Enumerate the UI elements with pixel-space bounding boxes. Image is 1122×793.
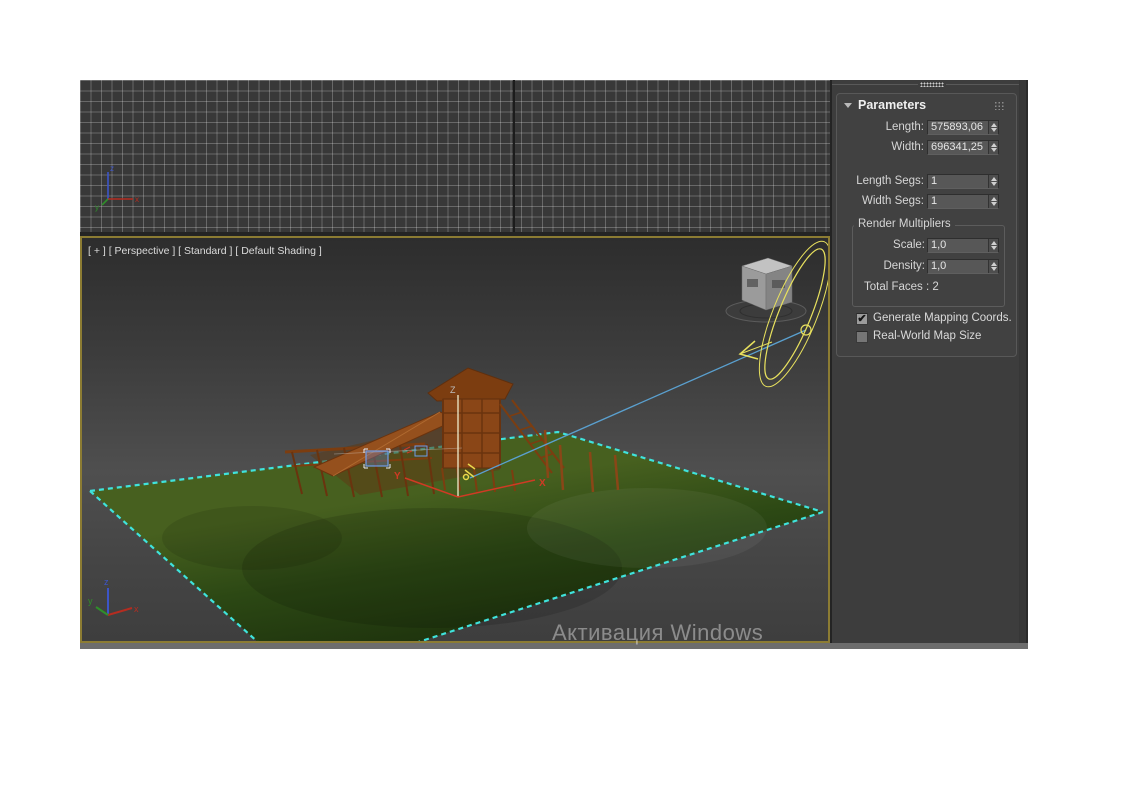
spinner-arrows-icon[interactable] (988, 121, 998, 134)
page: z x y Z Y X [+] [Perspective] [Stan… (0, 0, 1122, 793)
panel-drag-grip[interactable] (918, 81, 946, 88)
density-label: Density: (883, 260, 925, 272)
grip-dots-icon (920, 82, 944, 87)
windows-activation-watermark: Активация Windows (552, 620, 764, 645)
width-segs-label: Width Segs: (862, 195, 924, 207)
axis-x-label: x (135, 195, 139, 204)
perspective-viewport[interactable]: Z Y X [+] [Perspective] [Standard]… (80, 236, 830, 643)
axis-y-label: y (95, 203, 99, 212)
width-spinner[interactable]: 696341,25 (927, 140, 999, 155)
scale-value[interactable]: 1,0 (931, 239, 987, 252)
tripod-z-label: z (104, 577, 109, 587)
top-viewport-axis-tripod: z x y (95, 164, 139, 212)
gizmo-x-label: X (539, 478, 546, 489)
render-multipliers-title: Render Multipliers (854, 218, 955, 230)
width-segs-value[interactable]: 1 (931, 195, 987, 208)
max-app-region: z x y Z Y X [+] [Perspective] [Stan… (80, 80, 1028, 649)
viewport-label[interactable]: [ + ] [ Perspective ] [ Standard ] [ Def… (88, 245, 322, 257)
length-segs-value[interactable]: 1 (931, 175, 987, 188)
scale-label: Scale: (893, 239, 925, 251)
spinner-arrows-icon[interactable] (988, 195, 998, 208)
check-icon: ✔ (857, 313, 867, 325)
generate-mapping-coords-label[interactable]: Generate Mapping Coords. (873, 312, 1012, 324)
panel-right-edge (1019, 80, 1028, 643)
axis-z-label: z (110, 164, 114, 173)
rollout-title: Parameters (858, 98, 927, 112)
tripod-y-label: y (88, 596, 93, 606)
length-label: Length: (885, 121, 924, 133)
spinner-arrows-icon[interactable] (988, 175, 998, 188)
parameters-rollout-header[interactable]: Parameters (837, 94, 1016, 115)
rollout-grip-dots-icon[interactable] (994, 101, 1004, 110)
gizmo-z-label: Z (450, 385, 456, 395)
generate-mapping-coords-checkbox[interactable]: ✔ (856, 313, 868, 325)
grid-origin-line (513, 80, 515, 232)
density-value[interactable]: 1,0 (931, 260, 987, 273)
length-spinner[interactable]: 575893,06 (927, 120, 999, 135)
gizmo-y-label: Y (394, 471, 401, 482)
width-label: Width: (891, 141, 924, 153)
length-segs-label: Length Segs: (856, 175, 924, 187)
scene-svg: Z Y X [+] [Perspective] [Standard]… (82, 238, 828, 641)
width-value[interactable]: 696341,25 (931, 141, 987, 154)
top-viewport[interactable]: z x y (80, 80, 830, 232)
rollout-collapse-icon (844, 103, 852, 108)
real-world-map-size-label[interactable]: Real-World Map Size (873, 330, 981, 342)
command-panel: Parameters Length: 575893,06 Width: 6963… (832, 80, 1028, 643)
length-segs-spinner[interactable]: 1 (927, 174, 999, 189)
spinner-arrows-icon[interactable] (988, 141, 998, 154)
length-value[interactable]: 575893,06 (931, 121, 987, 134)
density-spinner[interactable]: 1,0 (927, 259, 999, 274)
spinner-arrows-icon[interactable] (988, 239, 998, 252)
tripod-x-label: x (134, 604, 139, 614)
scale-spinner[interactable]: 1,0 (927, 238, 999, 253)
width-segs-spinner[interactable]: 1 (927, 194, 999, 209)
spinner-arrows-icon[interactable] (988, 260, 998, 273)
total-faces-label: Total Faces : 2 (864, 281, 939, 293)
real-world-map-size-checkbox[interactable]: ✔ (856, 331, 868, 343)
